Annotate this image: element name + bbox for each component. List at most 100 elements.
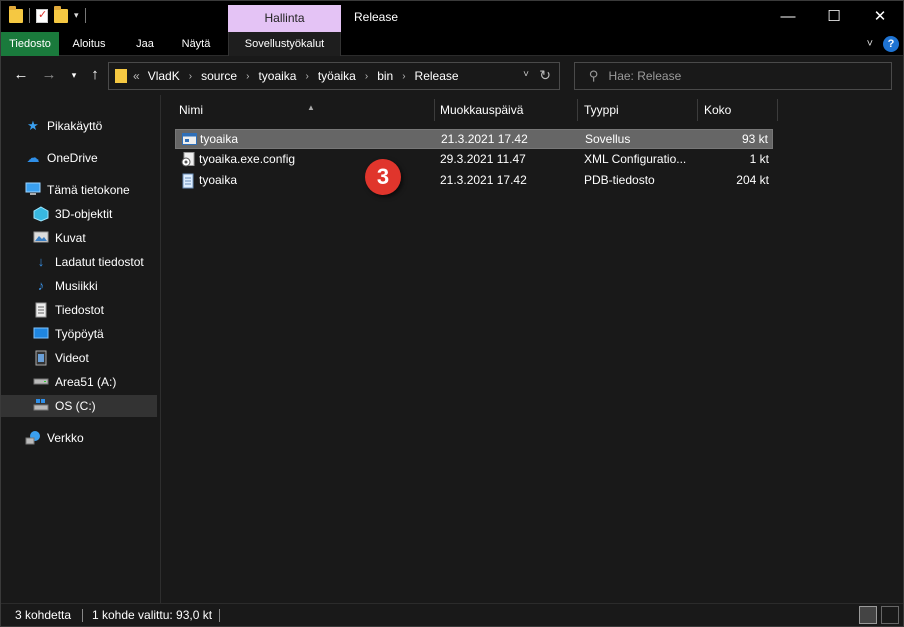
- up-arrow-icon[interactable]: ↑: [85, 65, 105, 85]
- maximize-icon[interactable]: ☐: [811, 1, 857, 32]
- star-icon: ★: [27, 118, 39, 133]
- status-divider: [219, 609, 220, 622]
- file-type: Sovellus: [585, 132, 631, 146]
- nav-label: Ladatut tiedostot: [55, 255, 144, 269]
- refresh-icon[interactable]: ↻: [539, 67, 551, 84]
- tab-jaa[interactable]: Jaa: [125, 32, 165, 56]
- ribbon-controls: ˅ ?: [867, 36, 899, 52]
- caption-buttons: — ☐ ✕: [765, 1, 903, 32]
- application-icon: [182, 132, 197, 146]
- network-icon: [25, 430, 41, 446]
- file-list: ▲ Nimi Muokkauspäivä Tyyppi Koko tyoaika…: [162, 95, 903, 603]
- breadcrumb-source[interactable]: source: [201, 69, 237, 83]
- column-header-size[interactable]: Koko: [698, 99, 778, 121]
- search-box[interactable]: ⚲ Hae: Release: [574, 62, 892, 90]
- context-tab-hallinta[interactable]: Hallinta: [228, 5, 341, 32]
- column-header-modified[interactable]: Muokkauspäivä: [434, 99, 578, 121]
- cube-icon: [33, 206, 49, 222]
- video-icon: [33, 350, 49, 366]
- search-icon: ⚲: [589, 68, 599, 83]
- pdb-file-icon: [181, 173, 196, 189]
- forward-arrow-icon[interactable]: →: [39, 65, 59, 85]
- toolbar-divider: [29, 8, 30, 23]
- nav-label: Verkko: [47, 431, 84, 445]
- breadcrumb-vladk[interactable]: VladK: [148, 69, 180, 83]
- system-drive-icon: [33, 398, 49, 414]
- new-folder-icon[interactable]: [54, 5, 68, 23]
- nav-label: Area51 (A:): [55, 375, 117, 389]
- nav-3d-objektit[interactable]: 3D-objektit: [1, 203, 157, 225]
- document-icon: [33, 302, 49, 318]
- large-icons-view-icon[interactable]: [881, 606, 899, 624]
- quick-access-toolbar: ▾: [9, 5, 86, 23]
- column-header-type[interactable]: Tyyppi: [578, 99, 698, 121]
- desktop-icon: [33, 326, 49, 342]
- drive-icon: [33, 374, 49, 390]
- file-row[interactable]: tyoaika.exe.config 29.3.2021 11.47 XML C…: [175, 150, 773, 170]
- column-label: Nimi: [179, 103, 203, 117]
- window-title: Release: [354, 10, 399, 24]
- nav-label: Kuvat: [55, 231, 86, 245]
- chevron-right-icon[interactable]: ›: [365, 71, 368, 82]
- file-modified: 29.3.2021 11.47: [440, 152, 526, 166]
- chevron-right-icon[interactable]: ›: [189, 71, 192, 82]
- file-row[interactable]: tyoaika 21.3.2021 17.42 PDB-tiedosto 204…: [175, 171, 773, 191]
- nav-videot[interactable]: Videot: [1, 347, 157, 369]
- nav-label: Tiedostot: [55, 303, 104, 317]
- breadcrumb-overflow[interactable]: «: [133, 69, 140, 83]
- address-bar[interactable]: « VladK › source › tyoaika › työaika › b…: [108, 62, 560, 90]
- navigation-bar: ← → ▾ ↑ « VladK › source › tyoaika › työ…: [1, 57, 903, 95]
- nav-label: Työpöytä: [55, 327, 104, 341]
- close-icon[interactable]: ✕: [857, 1, 903, 32]
- item-count: 3 kohdetta: [15, 608, 72, 622]
- nav-verkko[interactable]: Verkko: [1, 427, 157, 449]
- tab-aloitus[interactable]: Aloitus: [63, 32, 115, 56]
- properties-icon[interactable]: [36, 8, 48, 23]
- breadcrumb-tyoaika-2[interactable]: työaika: [318, 69, 356, 83]
- nav-kuvat[interactable]: Kuvat: [1, 227, 157, 249]
- minimize-icon[interactable]: —: [765, 1, 811, 32]
- expand-ribbon-icon[interactable]: ˅: [867, 38, 873, 50]
- file-name: tyoaika: [200, 132, 239, 146]
- nav-tyopoyta[interactable]: Työpöytä: [1, 323, 157, 345]
- view-switcher: [859, 606, 899, 624]
- nav-pikakaytto[interactable]: ★ Pikakäyttö: [1, 115, 157, 137]
- breadcrumb-tyoaika[interactable]: tyoaika: [258, 69, 296, 83]
- file-name: tyoaika: [199, 173, 238, 187]
- nav-tiedostot[interactable]: Tiedostot: [1, 299, 157, 321]
- navigation-pane: ★ Pikakäyttö ☁ OneDrive Tämä tietokone 3…: [1, 95, 161, 603]
- address-history-icon[interactable]: ˅: [523, 69, 529, 80]
- recent-locations-icon[interactable]: ▾: [64, 65, 84, 85]
- nav-label: Musiikki: [55, 279, 98, 293]
- explorer-window: ▾ Hallinta Release — ☐ ✕ Tiedosto Aloitu…: [0, 0, 904, 627]
- tab-sovellustyokalut[interactable]: Sovellustyökalut: [228, 32, 341, 56]
- file-size: 93 kt: [741, 132, 768, 146]
- help-icon[interactable]: ?: [883, 36, 899, 52]
- tab-tiedosto[interactable]: Tiedosto: [1, 32, 59, 56]
- nav-musiikki[interactable]: ♪ Musiikki: [1, 275, 157, 297]
- nav-os-c[interactable]: OS (C:): [1, 395, 157, 417]
- nav-label: 3D-objektit: [55, 207, 113, 221]
- customize-toolbar-icon[interactable]: ▾: [74, 10, 79, 21]
- chevron-right-icon[interactable]: ›: [402, 71, 405, 82]
- chevron-right-icon[interactable]: ›: [305, 71, 308, 82]
- nav-area51[interactable]: Area51 (A:): [1, 371, 157, 393]
- tab-nayta[interactable]: Näytä: [173, 32, 219, 56]
- file-name: tyoaika.exe.config: [199, 152, 296, 166]
- ribbon-tabs: Tiedosto Aloitus Jaa Näytä Sovellustyöka…: [1, 32, 903, 56]
- nav-label: OneDrive: [47, 151, 98, 165]
- breadcrumb-release[interactable]: Release: [415, 69, 459, 83]
- details-view-icon[interactable]: [859, 606, 877, 624]
- back-arrow-icon[interactable]: ←: [11, 65, 31, 85]
- nav-ladatut-tiedostot[interactable]: ↓ Ladatut tiedostot: [1, 251, 157, 273]
- chevron-right-icon[interactable]: ›: [246, 71, 249, 82]
- title-bar: ▾ Hallinta Release — ☐ ✕: [1, 1, 903, 32]
- column-header-name[interactable]: ▲ Nimi: [173, 99, 435, 121]
- nav-onedrive[interactable]: ☁ OneDrive: [1, 147, 157, 169]
- file-row[interactable]: tyoaika 21.3.2021 17.42 Sovellus 93 kt: [175, 129, 773, 149]
- pictures-icon: [33, 230, 49, 246]
- file-modified: 21.3.2021 17.42: [441, 132, 528, 146]
- breadcrumb-bin[interactable]: bin: [377, 69, 393, 83]
- search-placeholder: Hae: Release: [608, 69, 682, 83]
- nav-tama-tietokone[interactable]: Tämä tietokone: [1, 179, 157, 201]
